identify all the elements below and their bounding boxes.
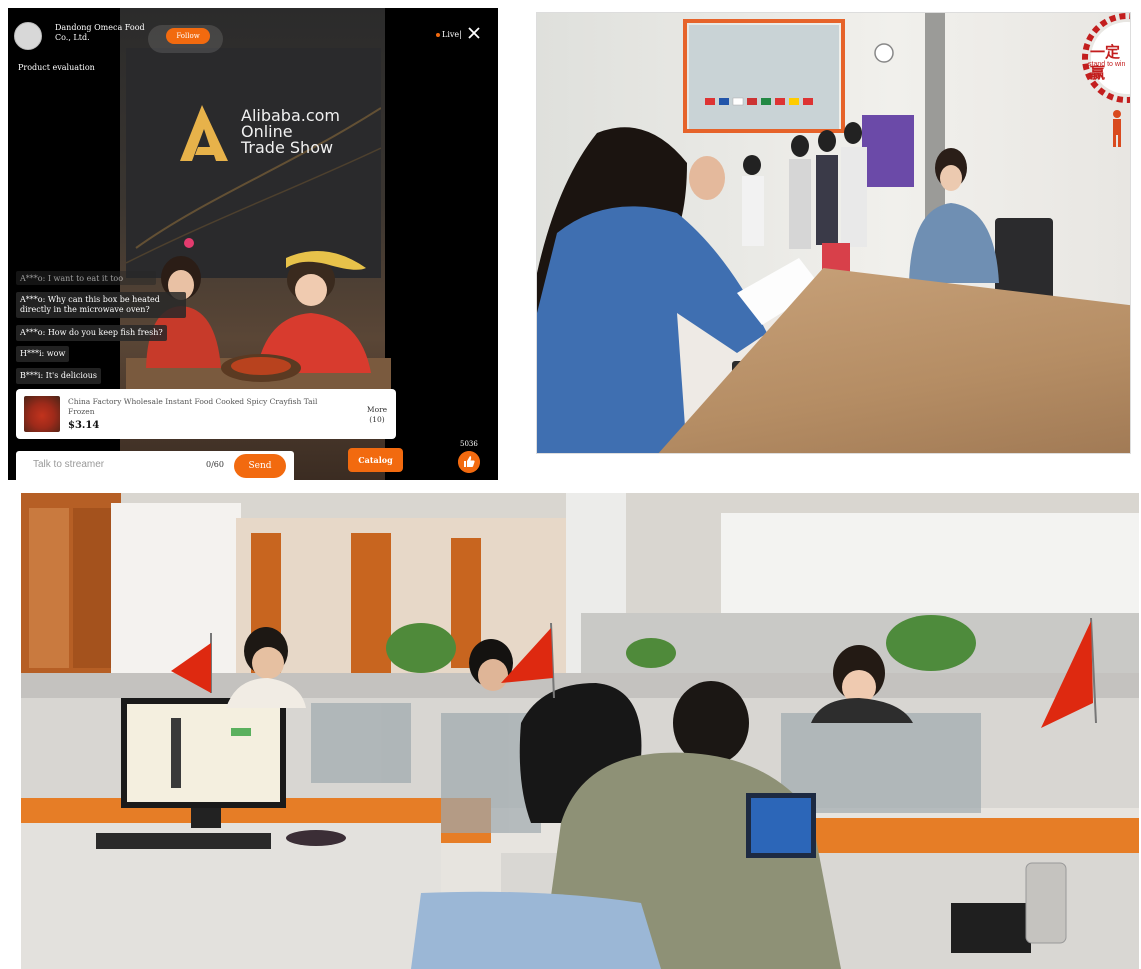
more-label: More	[366, 405, 388, 414]
close-icon[interactable]	[466, 25, 482, 41]
alibaba-logo-icon	[180, 105, 228, 161]
product-price: $3.14	[68, 420, 100, 431]
live-label: Live	[442, 30, 460, 39]
catalog-button[interactable]: Catalog	[348, 448, 403, 472]
shop-name[interactable]: Dandong Omeca Food Co., Ltd.	[55, 23, 155, 43]
live-dot-icon	[436, 33, 440, 37]
product-card[interactable]: China Factory Wholesale Instant Food Coo…	[16, 389, 396, 439]
chat-message: A***o: I want to eat it too	[16, 271, 156, 285]
chat-input-placeholder: Talk to streamer	[33, 459, 105, 470]
char-counter: 0/60	[206, 460, 224, 469]
follow-button[interactable]: Follow	[166, 28, 210, 44]
meeting-photo: 一定赢 stand to win	[536, 12, 1131, 454]
shop-avatar[interactable]	[14, 22, 42, 50]
more-count: (10)	[369, 415, 385, 424]
chat-message: B***i: It's delicious	[16, 368, 101, 384]
chat-message: A***o: Why can this box be heated direct…	[16, 292, 186, 318]
chat-message: H***i: wow	[16, 346, 70, 362]
product-title[interactable]: China Factory Wholesale Instant Food Coo…	[68, 397, 340, 417]
section-label: Product evaluation	[18, 63, 95, 72]
person-sign-icon	[1113, 110, 1121, 147]
more-products-link[interactable]: More (10)	[362, 405, 392, 425]
banner-text: Alibaba.com Online Trade Show	[241, 108, 340, 156]
sign-subtext: stand to win	[1088, 61, 1126, 68]
chat-message: A***o: How do you keep fish fresh?	[16, 325, 167, 341]
office-scene	[21, 493, 1139, 969]
thumbs-up-icon[interactable]	[458, 451, 480, 473]
send-button[interactable]: Send	[234, 454, 286, 478]
like-count: 5036	[460, 440, 478, 448]
live-badge: Live|	[436, 30, 462, 39]
office-photo	[21, 493, 1139, 969]
product-thumbnail[interactable]	[24, 396, 60, 432]
streamers-illustration	[126, 238, 391, 408]
live-stream-screen: Alibaba.com Online Trade Show Dandong Om…	[8, 8, 498, 480]
banner-line-3: Trade Show	[241, 138, 334, 157]
collage: Alibaba.com Online Trade Show Dandong Om…	[0, 0, 1141, 969]
